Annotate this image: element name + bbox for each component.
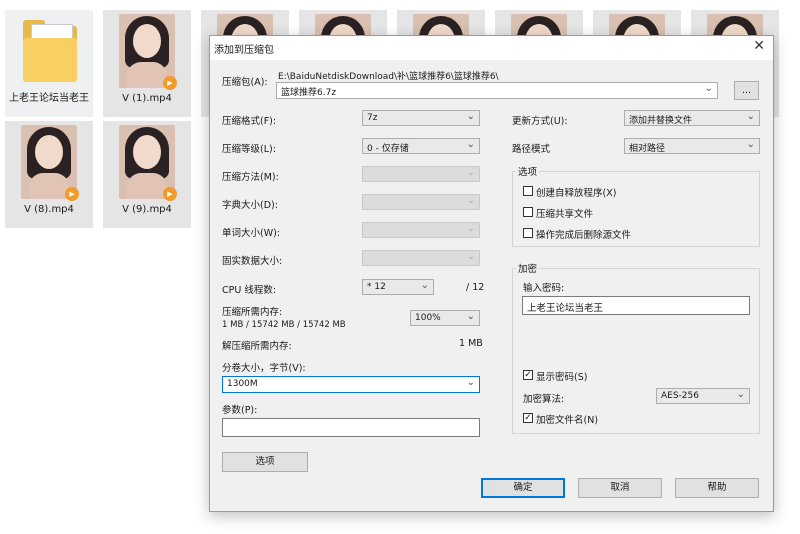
update-label: 更新方式(U): (512, 116, 568, 127)
folder-icon (23, 20, 77, 82)
mem-comp-value: 1 MB / 15742 MB / 15742 MB (222, 320, 346, 330)
path-label: 路径模式 (512, 144, 551, 155)
file-label: V (1).mp4 (122, 93, 172, 104)
word-label: 单词大小(W): (222, 228, 281, 239)
chevron-down-icon: ⌄ (466, 167, 475, 178)
password-input[interactable]: 上老王论坛当老王 (522, 296, 750, 315)
archive-name-combobox[interactable]: 篮球推荐6.7z ⌄ (276, 82, 718, 99)
archive-path: E:\BaiduNetdiskDownload\补\篮球推荐6\篮球推荐6\ (278, 72, 499, 82)
enc-method-select[interactable]: AES-256 ⌄ (656, 388, 750, 404)
video-file-item[interactable]: ▶ V (8).mp4 (5, 121, 93, 228)
mem-percent-value: 100% (415, 313, 441, 323)
video-file-item[interactable]: ▶ V (9).mp4 (103, 121, 191, 228)
browse-button[interactable]: ... (734, 81, 759, 100)
dict-select: ⌄ (362, 194, 480, 210)
threads-select[interactable]: * 12 ⌄ (362, 279, 434, 295)
chevron-down-icon: ⌄ (736, 389, 745, 400)
sfx-checkbox[interactable] (523, 186, 533, 196)
solid-label: 固实数据大小: (222, 256, 283, 267)
mem-percent-select[interactable]: 100% ⌄ (410, 310, 480, 326)
update-select[interactable]: 添加并替换文件 ⌄ (624, 110, 760, 126)
chevron-down-icon: ⌄ (704, 83, 713, 94)
show-password-label: 显示密码(S) (536, 372, 588, 383)
encryption-group-title: 加密 (516, 261, 540, 275)
sfx-label: 创建自释放程序(X) (536, 188, 617, 199)
file-label: V (9).mp4 (122, 204, 172, 215)
path-value: 相对路径 (629, 144, 666, 154)
format-select[interactable]: 7z ⌄ (362, 110, 480, 126)
ok-button[interactable]: 确定 (481, 478, 565, 498)
shared-label: 压缩共享文件 (536, 209, 594, 220)
show-password-checkbox[interactable]: ✓ (523, 370, 533, 380)
title-bar: 添加到压缩包 ✕ (210, 36, 773, 60)
chevron-down-icon: ⌄ (420, 280, 429, 291)
solid-select: ⌄ (362, 250, 480, 266)
folder-item[interactable]: 上老王论坛当老王 (5, 10, 93, 117)
chevron-down-icon: ⌄ (466, 195, 475, 206)
play-icon: ▶ (163, 76, 177, 90)
level-select[interactable]: 0 - 仅存储 ⌄ (362, 138, 480, 154)
chevron-down-icon: ⌄ (466, 111, 475, 122)
threads-value: * 12 (367, 282, 386, 292)
path-select[interactable]: 相对路径 ⌄ (624, 138, 760, 154)
password-label: 输入密码: (523, 283, 565, 294)
options-button[interactable]: 选项 (222, 452, 308, 472)
close-icon[interactable]: ✕ (753, 38, 765, 54)
volume-label: 分卷大小，字节(V): (222, 363, 306, 374)
method-label: 压缩方法(M): (222, 172, 279, 183)
chevron-down-icon: ⌄ (466, 377, 475, 388)
check-icon: ✓ (524, 413, 532, 423)
encrypt-names-checkbox[interactable]: ✓ (523, 413, 533, 423)
help-button[interactable]: 帮助 (675, 478, 759, 498)
file-label: 上老王论坛当老王 (9, 93, 89, 104)
dialog-title: 添加到压缩包 (214, 45, 274, 56)
enc-method-value: AES-256 (661, 391, 699, 401)
level-value: 0 - 仅存储 (367, 144, 409, 154)
archive-name-value: 篮球推荐6.7z (281, 88, 337, 98)
params-input[interactable] (222, 418, 480, 437)
password-value: 上老王论坛当老王 (527, 303, 604, 314)
chevron-down-icon: ⌄ (746, 139, 755, 150)
volume-value: 1300M (227, 379, 258, 389)
cancel-button[interactable]: 取消 (578, 478, 662, 498)
video-file-item[interactable]: ▶ V (1).mp4 (103, 10, 191, 117)
options-group-title: 选项 (516, 164, 540, 178)
method-select: ⌄ (362, 166, 480, 182)
chevron-down-icon: ⌄ (746, 111, 755, 122)
threads-total: / 12 (466, 282, 485, 293)
file-label: V (8).mp4 (24, 204, 74, 215)
check-icon: ✓ (524, 370, 532, 380)
chevron-down-icon: ⌄ (466, 223, 475, 234)
play-icon: ▶ (163, 187, 177, 201)
encrypt-names-label: 加密文件名(N) (536, 415, 599, 426)
enc-method-label: 加密算法: (523, 394, 565, 405)
mem-comp-label: 压缩所需内存: (222, 307, 283, 318)
dict-label: 字典大小(D): (222, 200, 278, 211)
format-value: 7z (367, 113, 378, 123)
mem-decomp-label: 解压缩所需内存: (222, 341, 292, 352)
shared-checkbox[interactable] (523, 207, 533, 217)
delete-source-checkbox[interactable] (523, 228, 533, 238)
chevron-down-icon: ⌄ (466, 139, 475, 150)
word-select: ⌄ (362, 222, 480, 238)
chevron-down-icon: ⌄ (466, 251, 475, 262)
update-value: 添加并替换文件 (629, 116, 693, 126)
delete-source-label: 操作完成后删除源文件 (536, 230, 632, 241)
level-label: 压缩等级(L): (222, 144, 276, 155)
volume-combobox[interactable]: 1300M ⌄ (222, 376, 480, 393)
play-icon: ▶ (65, 187, 79, 201)
archive-label: 压缩包(A): (222, 77, 268, 88)
add-to-archive-dialog: 添加到压缩包 ✕ 压缩包(A): E:\BaiduNetdiskDownload… (209, 35, 774, 512)
params-label: 参数(P): (222, 405, 258, 416)
format-label: 压缩格式(F): (222, 116, 277, 127)
threads-label: CPU 线程数: (222, 285, 277, 296)
chevron-down-icon: ⌄ (466, 311, 475, 322)
mem-decomp-value: 1 MB (459, 338, 483, 349)
